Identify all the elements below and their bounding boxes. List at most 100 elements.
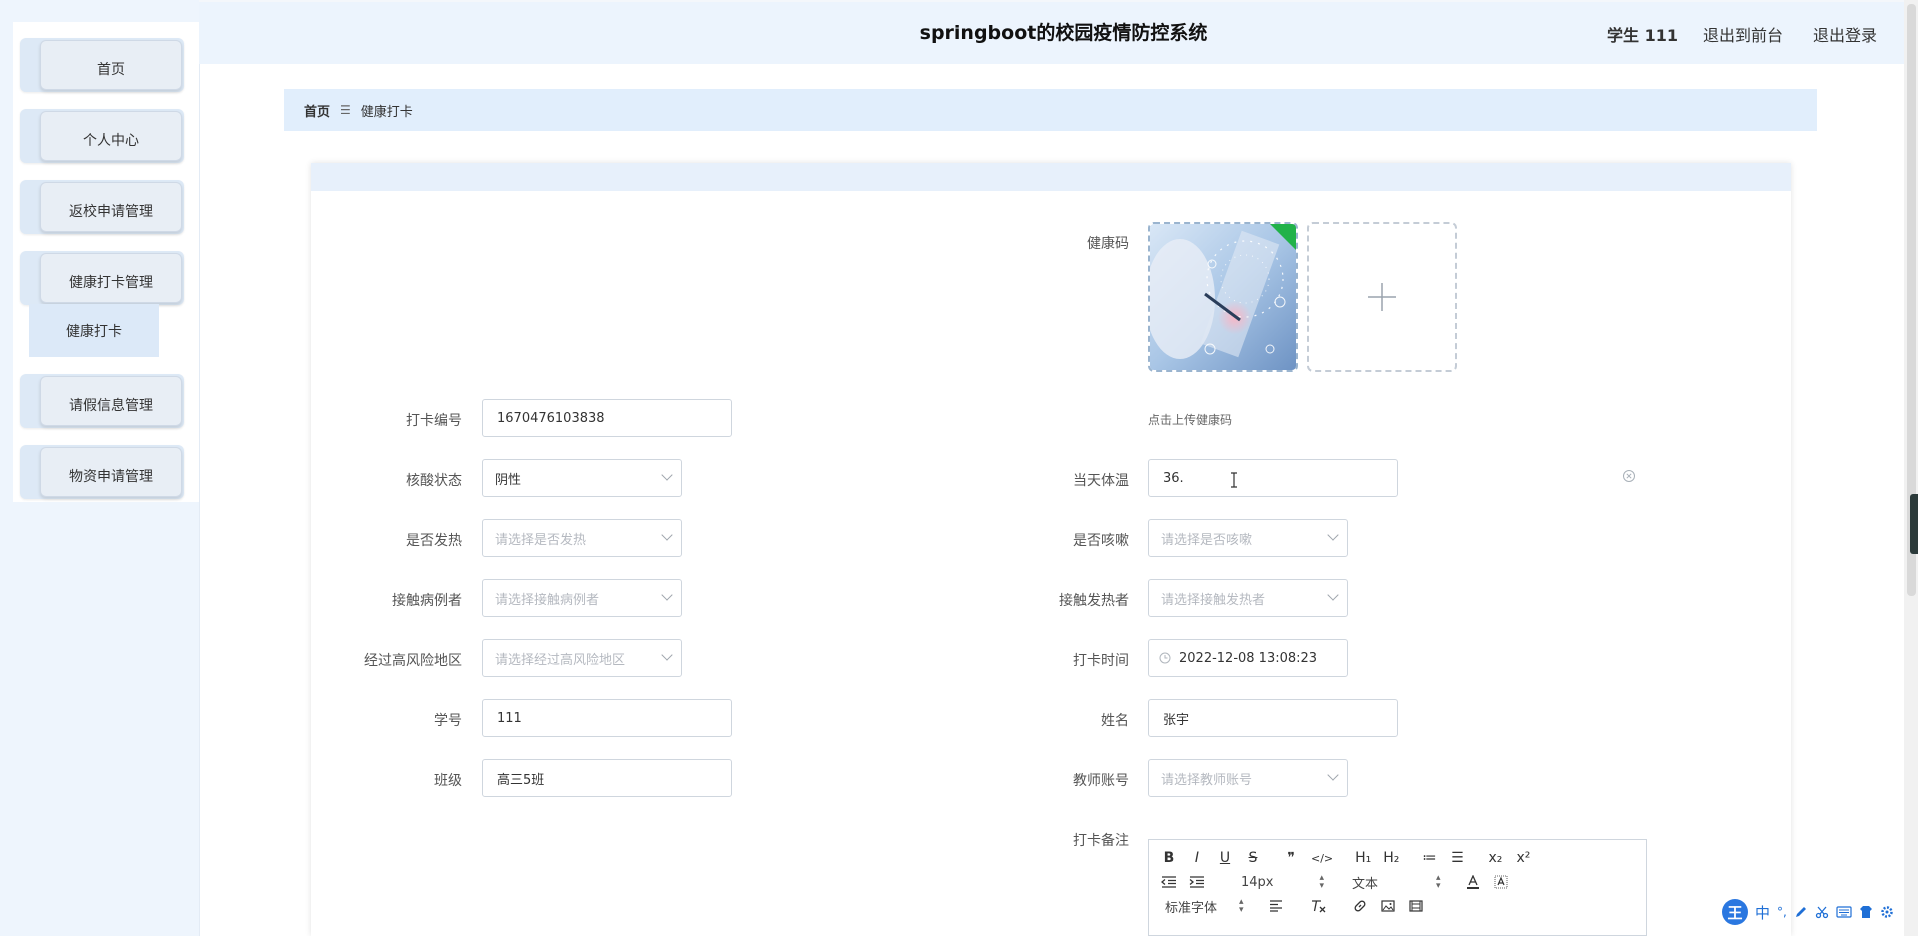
align-icon[interactable]	[1268, 900, 1284, 912]
ime-mode-label[interactable]: 中	[1755, 902, 1770, 923]
ime-toolbar[interactable]: 王 中 °,	[1722, 898, 1918, 926]
page-scrollbar[interactable]	[1904, 0, 1918, 936]
chevron-down-icon	[661, 529, 673, 541]
video-icon[interactable]	[1408, 900, 1424, 912]
breadcrumb-home[interactable]: 首页	[304, 101, 330, 120]
ordered-list-button[interactable]: ≔	[1421, 850, 1437, 866]
font-family-select[interactable]: 标准字体 ▴ ▾	[1165, 897, 1244, 916]
remark-label: 打卡备注	[1073, 833, 1129, 849]
background-color-icon[interactable]	[1493, 875, 1509, 889]
student-no-input[interactable]: 111	[482, 699, 732, 737]
header2-button[interactable]: H₂	[1383, 850, 1399, 866]
indent-icon[interactable]	[1189, 876, 1205, 888]
exit-to-front-link[interactable]: 退出到前台	[1703, 22, 1783, 46]
sidebar-item-label: 物资申请管理	[69, 469, 153, 485]
sidebar-item-label: 请假信息管理	[69, 398, 153, 414]
editor-toolbar-row-3: 标准字体 ▴ ▾	[1149, 895, 1424, 917]
select-updown-icon: ▴ ▾	[1239, 897, 1244, 915]
chevron-down-icon	[1327, 769, 1339, 781]
strike-button[interactable]: S	[1245, 850, 1261, 866]
sidebar-item-home[interactable]: 首页	[20, 38, 184, 92]
top-header: springboot的校园疫情防控系统 学生 111 退出到前台 退出登录	[199, 0, 1918, 64]
sidebar-item-personal-center[interactable]: 个人中心	[20, 109, 184, 163]
sidebar-item-return-application[interactable]: 返校申请管理	[20, 180, 184, 234]
subscript-button[interactable]: x₂	[1487, 850, 1503, 866]
sidebar-item-health-checkin-management[interactable]: 健康打卡管理	[20, 251, 184, 305]
nucleic-status-select[interactable]: 阴性	[482, 459, 682, 497]
chevron-down-icon	[661, 469, 673, 481]
checkin-no-input[interactable]: 1670476103838	[482, 399, 732, 437]
code-block-button[interactable]: </>	[1311, 852, 1333, 865]
image-icon[interactable]	[1380, 900, 1396, 912]
blockquote-button[interactable]: ❞	[1283, 850, 1299, 866]
outdent-icon[interactable]	[1161, 876, 1177, 888]
keyboard-icon[interactable]	[1836, 906, 1852, 918]
select-updown-icon: ▴ ▾	[1319, 873, 1325, 891]
text-type-value: 文本	[1352, 876, 1379, 892]
name-label: 姓名	[1101, 713, 1129, 729]
skin-icon[interactable]	[1859, 905, 1873, 919]
sidebar-item-supplies-management-face: 物资申请管理	[40, 447, 182, 497]
sidebar: 首页 个人中心 返校申请管理 健康打卡管理 健康打卡 请假信息管理 物资申请管理	[0, 0, 200, 936]
contact-case-select[interactable]: 请选择接触病例者	[482, 579, 682, 617]
student-no-label: 学号	[434, 713, 462, 729]
header1-button[interactable]: H₁	[1355, 850, 1371, 866]
clear-circle-icon[interactable]	[1622, 469, 1636, 483]
fever-select[interactable]: 请选择是否发热	[482, 519, 682, 557]
risk-area-label: 经过高风险地区	[364, 653, 462, 669]
health-code-label: 健康码	[1087, 236, 1129, 252]
name-input[interactable]: 张宇	[1148, 699, 1398, 737]
text-color-icon[interactable]	[1465, 875, 1481, 889]
temperature-input[interactable]: 36.	[1148, 459, 1398, 497]
health-code-hint: 点击上传健康码	[1148, 413, 1233, 427]
sidebar-item-personal-center-face: 个人中心	[40, 111, 182, 161]
health-code-image	[1150, 224, 1296, 370]
contact-case-placeholder: 请选择接触病例者	[495, 592, 600, 608]
card-header-bar	[311, 163, 1791, 191]
breadcrumb-current: 健康打卡	[360, 104, 413, 120]
ime-logo-icon[interactable]: 王	[1722, 899, 1748, 925]
underline-button[interactable]: U	[1217, 850, 1233, 866]
checkin-time-value: 2022-12-08 13:08:23	[1179, 650, 1318, 666]
ime-punct-label[interactable]: °,	[1777, 905, 1787, 919]
sidebar-item-label: 返校申请管理	[69, 204, 153, 220]
text-type-select[interactable]: 文本 ▴ ▾	[1352, 873, 1441, 892]
sidebar-subitem-health-checkin[interactable]: 健康打卡	[29, 304, 159, 357]
superscript-button[interactable]: x²	[1515, 850, 1531, 866]
bold-button[interactable]: B	[1161, 850, 1177, 866]
class-input[interactable]: 高三5班	[482, 759, 732, 797]
editor-toolbar-row-2: 14px ▴ ▾ 文本 ▴ ▾	[1149, 871, 1509, 893]
gear-icon[interactable]	[1880, 905, 1894, 919]
cough-select[interactable]: 请选择是否咳嗽	[1148, 519, 1348, 557]
checkin-no-label: 打卡编号	[406, 413, 462, 429]
class-label: 班级	[434, 773, 462, 789]
logout-link[interactable]: 退出登录	[1813, 22, 1877, 46]
scissors-icon[interactable]	[1815, 905, 1829, 919]
font-size-select[interactable]: 14px ▴ ▾	[1241, 873, 1325, 891]
plus-icon	[1368, 283, 1396, 311]
teacher-account-placeholder: 请选择教师账号	[1161, 772, 1253, 788]
fever-placeholder: 请选择是否发热	[495, 532, 587, 548]
teacher-account-select[interactable]: 请选择教师账号	[1148, 759, 1348, 797]
pen-icon[interactable]	[1794, 905, 1808, 919]
contact-fever-placeholder: 请选择接触发热者	[1161, 592, 1266, 608]
contact-fever-select[interactable]: 请选择接触发热者	[1148, 579, 1348, 617]
checkin-form-card: 健康码 点击上传健康码 打卡编号 1670476103838 核酸状态 阴性 是…	[311, 163, 1791, 936]
nucleic-status-value: 阴性	[495, 472, 522, 488]
clock-icon	[1159, 652, 1171, 664]
temperature-label: 当天体温	[1073, 473, 1129, 489]
contact-fever-label: 接触发热者	[1059, 593, 1129, 609]
checkin-time-picker[interactable]: 2022-12-08 13:08:23	[1148, 639, 1348, 677]
health-code-thumbnail[interactable]	[1148, 222, 1298, 372]
italic-button[interactable]: I	[1189, 850, 1205, 866]
risk-area-select[interactable]: 请选择经过高风险地区	[482, 639, 682, 677]
remark-editor[interactable]: B I U S ❞ </> H₁ H₂ ≔ ☰ x₂ x² 14px ▴ ▾ 文…	[1148, 839, 1647, 936]
side-handle[interactable]	[1910, 494, 1918, 554]
clear-format-icon[interactable]	[1310, 899, 1326, 913]
health-code-upload-button[interactable]	[1307, 222, 1457, 372]
link-icon[interactable]	[1352, 898, 1368, 914]
sidebar-item-leave-management[interactable]: 请假信息管理	[20, 374, 184, 428]
sidebar-item-label: 健康打卡管理	[69, 275, 153, 291]
sidebar-item-supplies-management[interactable]: 物资申请管理	[20, 445, 184, 499]
bullet-list-button[interactable]: ☰	[1449, 850, 1465, 866]
